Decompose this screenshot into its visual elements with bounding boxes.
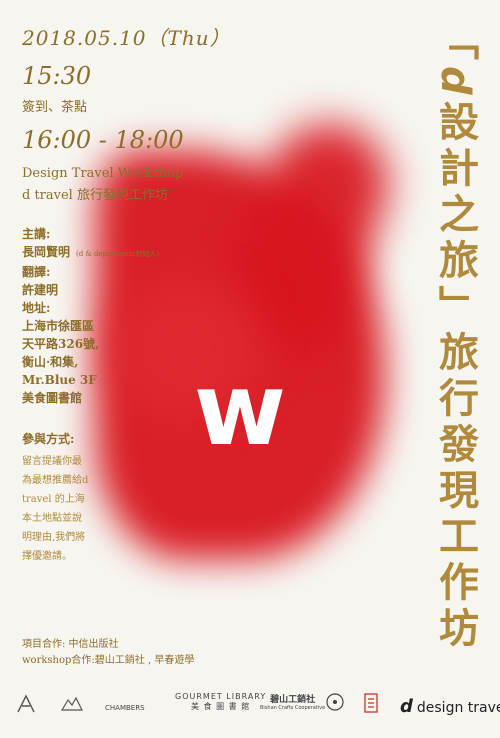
address-line: 衡山·和集, [22, 355, 79, 369]
partner-logo-1 [15, 692, 37, 716]
participation-line: travel 的上海 [22, 494, 85, 505]
w-letter: w [193, 351, 287, 468]
circle-logo [325, 692, 345, 714]
participation-line: 為最想推薦給d [22, 475, 89, 486]
participation-label: 參與方式: [22, 432, 75, 446]
host-row: 長岡賢明 (d & department創始人) [22, 243, 159, 263]
d-design-travel-logo: d design travel [400, 696, 500, 717]
credit-workshop: workshop合作:碧山工銷社 , 早春遊學 [22, 655, 195, 666]
credit-project: 項目合作: 中信出版社 [22, 639, 119, 650]
bishan-text: 碧山工銷社 [270, 695, 316, 705]
mountain-logo-icon [60, 696, 83, 711]
workshop-time: 16:00 - 18:00 [22, 126, 184, 154]
checkin-desc: 簽到、茶點 [22, 100, 88, 115]
red-seal-logo [363, 692, 379, 716]
address-label: 地址: [22, 301, 51, 315]
host-label: 主講: [22, 227, 51, 241]
circle-seal-icon [326, 693, 344, 711]
checkin-time: 15:30 [22, 62, 92, 90]
event-info: 主講: 長岡賢明 (d & department創始人) 翻譯: 許建明 地址: … [22, 225, 159, 407]
address-line: Mr.Blue 3F [22, 373, 97, 387]
participation-line: 留言提議你最 [22, 456, 82, 467]
participation-line: 擇優邀請。 [22, 551, 72, 562]
sponsor-logos: CHAMBERS GOURMET LIBRARY 美 食 圖 書 館 碧山工銷社… [15, 692, 500, 726]
host-name: 長岡賢明 [22, 245, 71, 259]
participation-line: 本土地點並說 [22, 513, 82, 524]
workshop-title-en: Design Travel Workshop [22, 166, 184, 181]
translator-name: 許建明 [22, 283, 59, 297]
event-date: 2018.05.10（Thu） [22, 26, 231, 50]
gourmet-library-logo: GOURMET LIBRARY 美 食 圖 書 館 [175, 692, 266, 712]
bishan-logo: 碧山工銷社 Bishan Crafts Cooperative [260, 692, 325, 711]
address-line: 天平路326號, [22, 337, 100, 351]
tree-logo-icon [17, 694, 35, 713]
host-note: (d & department創始人) [76, 250, 160, 258]
bishan-sub: Bishan Crafts Cooperative [260, 705, 326, 711]
address-line: 上海市徐匯區 [22, 319, 95, 333]
red-seal-icon [364, 693, 378, 713]
address-line: 美食圖書館 [22, 391, 83, 405]
gourmet-library-sub: 美 食 圖 書 館 [191, 702, 251, 711]
dtravel-text: design travel [416, 700, 500, 716]
vertical-title: 「d設計之旅」旅行發現工作坊 [430, 20, 480, 653]
title-text: 設計之旅」旅行發現工作坊 [432, 100, 479, 653]
participation-line: 明理由,我們將 [22, 532, 86, 543]
gourmet-library-text: GOURMET LIBRARY [175, 692, 267, 701]
credits: 項目合作: 中信出版社 workshop合作:碧山工銷社 , 早春遊學 [22, 637, 194, 669]
participation-text: 留言提議你最 為最想推薦給d travel 的上海 本土地點並說 明理由,我們將… [22, 452, 88, 566]
partner-logo-2 [60, 692, 84, 716]
translator-label: 翻譯: [22, 265, 51, 279]
title-d-letter: d [432, 66, 478, 101]
chambers-logo: CHAMBERS [105, 704, 145, 712]
workshop-title-zh: d travel 旅行發現工作坊 [22, 188, 168, 203]
dtravel-d: d [400, 696, 413, 717]
title-bracket: 「 [432, 20, 479, 66]
